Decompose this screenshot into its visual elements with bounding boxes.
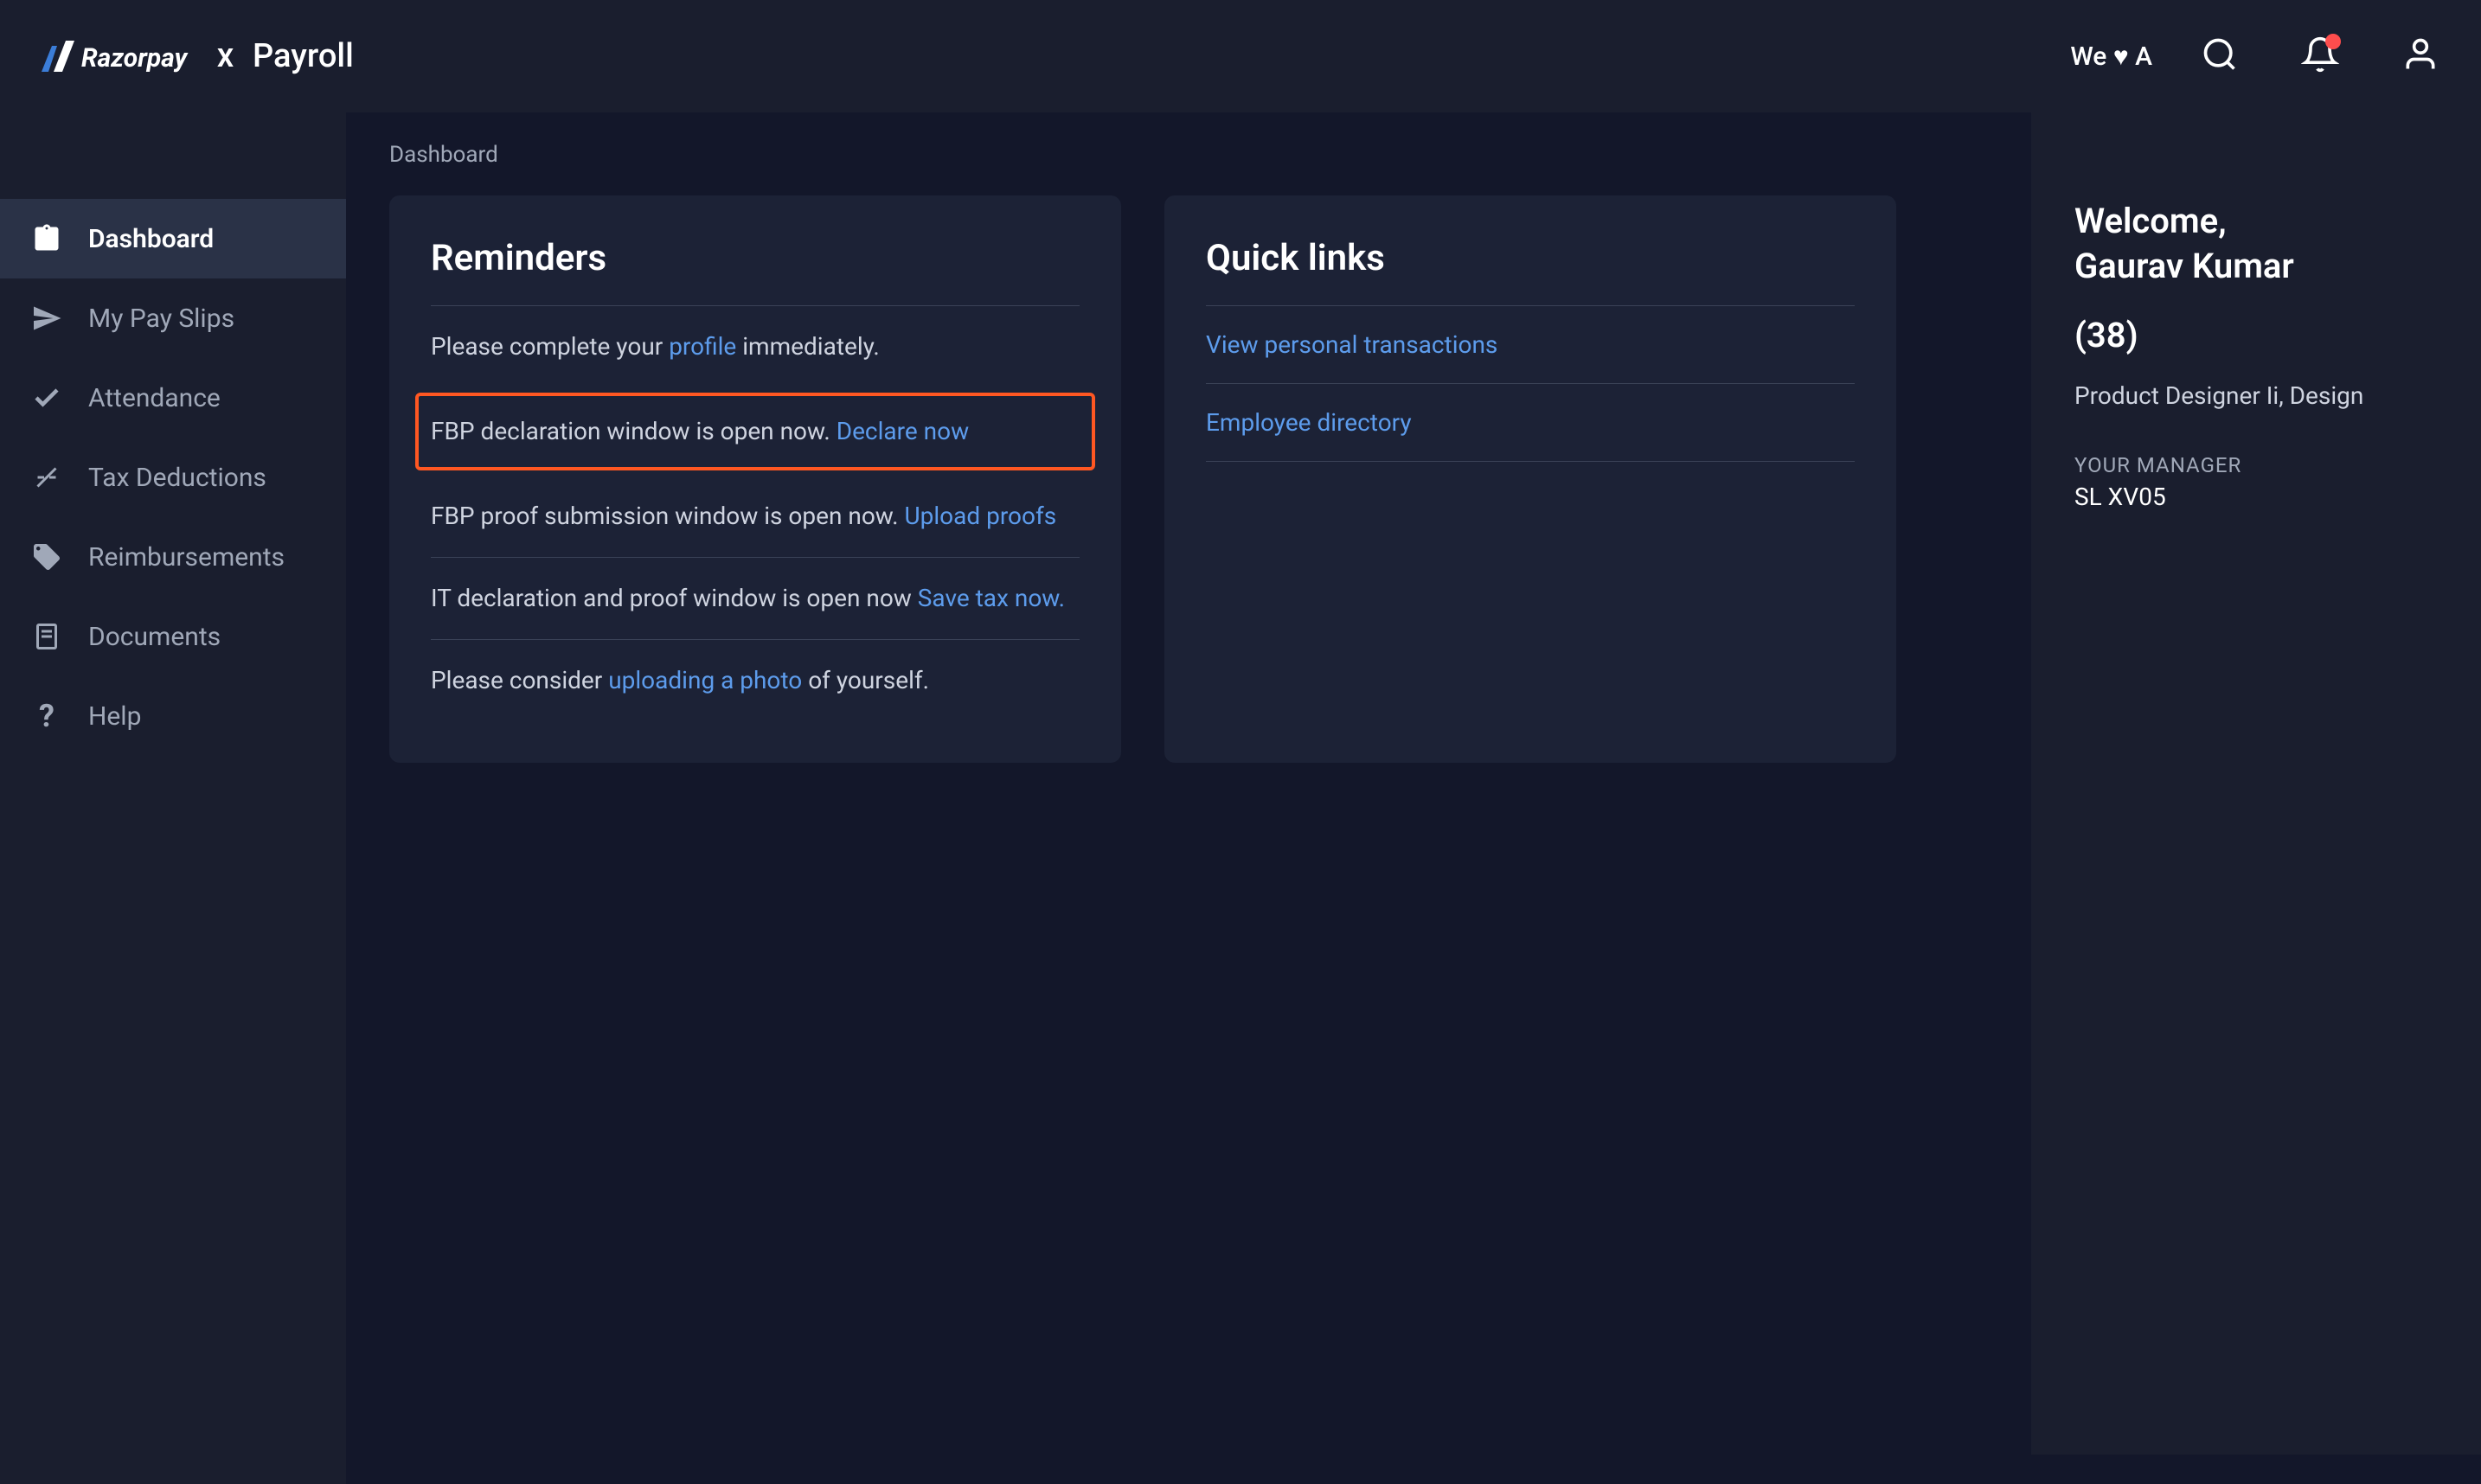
sidebar-item-tax[interactable]: Tax Deductions [0, 438, 346, 517]
sidebar-label: Tax Deductions [88, 463, 266, 493]
percent-icon [31, 462, 62, 493]
sidebar-item-attendance[interactable]: Attendance [0, 358, 346, 438]
main-container: Dashboard My Pay Slips Attendance [0, 112, 2481, 1484]
quicklink-transactions[interactable]: View personal transactions [1206, 306, 1855, 383]
divider [1206, 461, 1855, 462]
sidebar-label: Attendance [88, 383, 221, 413]
reminder-text: FBP proof submission window is open now. [431, 502, 904, 530]
user-icon [2401, 35, 2439, 74]
manager-label: YOUR MANAGER [2074, 453, 2438, 477]
logo-section: Razorpay X Payroll [42, 37, 354, 75]
manager-name: SL XV05 [2074, 483, 2438, 511]
search-icon [2201, 35, 2239, 74]
help-icon: ? [31, 700, 62, 732]
notifications-button[interactable] [2301, 35, 2339, 77]
reminder-text: IT declaration and proof window is open … [431, 584, 918, 612]
header-tagline: We ♥ A [2070, 42, 2152, 72]
reminders-title: Reminders [431, 237, 1080, 279]
product-name: Payroll [253, 37, 354, 75]
sidebar: Dashboard My Pay Slips Attendance [0, 112, 346, 1484]
employee-role: Product Designer Ii, Design [2074, 381, 2438, 410]
svg-text:?: ? [39, 700, 54, 732]
check-icon [31, 382, 62, 413]
reminder-text: immediately. [736, 332, 880, 361]
declare-now-link[interactable]: Declare now [837, 417, 969, 445]
header-right: We ♥ A [2070, 35, 2439, 77]
upload-photo-link[interactable]: uploading a photo [608, 666, 802, 694]
upload-proofs-link[interactable]: Upload proofs [904, 502, 1056, 530]
sidebar-item-reimbursements[interactable]: Reimbursements [0, 517, 346, 597]
tag-icon [31, 541, 62, 572]
profile-link[interactable]: profile [669, 332, 736, 361]
cards-row: Reminders Please complete your profile i… [389, 195, 1988, 763]
quicklinks-card: Quick links View personal transactions E… [1164, 195, 1896, 763]
notification-dot-icon [2325, 34, 2341, 49]
send-icon [31, 303, 62, 334]
reminder-it-declare: IT declaration and proof window is open … [431, 558, 1080, 639]
reminder-photo: Please consider uploading a photo of you… [431, 640, 1080, 721]
sidebar-label: My Pay Slips [88, 304, 234, 334]
profile-button[interactable] [2401, 35, 2439, 77]
app-header: Razorpay X Payroll We ♥ A [0, 0, 2481, 112]
welcome-heading: Welcome, Gaurav Kumar [2074, 199, 2438, 289]
sidebar-label: Dashboard [88, 224, 214, 254]
quicklink-label: Employee directory [1206, 408, 1412, 437]
quicklink-directory[interactable]: Employee directory [1206, 384, 1855, 461]
user-name: Gaurav Kumar [2074, 246, 2294, 286]
breadcrumb: Dashboard [389, 142, 1988, 168]
search-button[interactable] [2201, 35, 2239, 77]
reminder-fbp-declare: FBP declaration window is open now. Decl… [415, 393, 1095, 470]
welcome-label: Welcome, [2074, 201, 2227, 241]
logo-mark: Razorpay X [42, 37, 240, 75]
header-icons [2201, 35, 2439, 77]
document-icon [31, 621, 62, 652]
reminder-text: Please complete your [431, 332, 669, 361]
quicklinks-title: Quick links [1206, 237, 1855, 279]
employee-id: (38) [2074, 315, 2438, 355]
clipboard-icon [31, 223, 62, 254]
reminder-fbp-proof: FBP proof submission window is open now.… [431, 476, 1080, 557]
reminder-text: Please consider [431, 666, 608, 694]
save-tax-link[interactable]: Save tax now. [918, 584, 1065, 612]
reminder-text: of yourself. [802, 666, 929, 694]
sidebar-item-payslips[interactable]: My Pay Slips [0, 278, 346, 358]
razorpay-logo-icon: Razorpay X [42, 37, 240, 75]
sidebar-item-documents[interactable]: Documents [0, 597, 346, 676]
sidebar-label: Documents [88, 622, 221, 652]
profile-panel: Welcome, Gaurav Kumar (38) Product Desig… [2031, 112, 2481, 1455]
reminder-profile: Please complete your profile immediately… [431, 306, 1080, 387]
sidebar-label: Reimbursements [88, 542, 285, 572]
svg-text:X: X [217, 43, 234, 74]
sidebar-label: Help [88, 701, 141, 732]
sidebar-item-help[interactable]: ? Help [0, 676, 346, 756]
sidebar-item-dashboard[interactable]: Dashboard [0, 199, 346, 278]
main-content: Dashboard Reminders Please complete your… [389, 142, 1988, 1455]
content-area: Dashboard Reminders Please complete your… [346, 112, 2481, 1484]
reminders-card: Reminders Please complete your profile i… [389, 195, 1121, 763]
quicklink-label: View personal transactions [1206, 330, 1497, 359]
reminder-text: FBP declaration window is open now. [431, 417, 837, 445]
svg-text:Razorpay: Razorpay [81, 43, 189, 74]
